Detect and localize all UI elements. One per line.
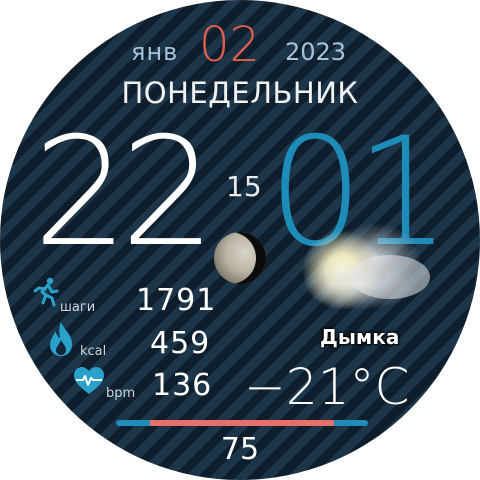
year-label: 2023 [285, 38, 347, 66]
flame-icon [50, 322, 72, 356]
progress-fill [150, 420, 334, 426]
temperature-display: −21°C [244, 358, 410, 416]
watch-face: янв 02 2023 ПОНЕДЕЛЬНИК 22 15 01 шаги 17… [0, 0, 480, 480]
seconds-display: 15 [226, 170, 262, 203]
running-person-icon [33, 277, 59, 307]
heart-rate-icon [74, 367, 104, 394]
steps-label: шаги [60, 300, 96, 315]
weather-condition: Дымка [320, 325, 400, 349]
date-row: янв 02 2023 [0, 16, 480, 73]
moon-phase-icon[interactable] [214, 232, 266, 284]
heart-rate-label: bpm [106, 386, 136, 401]
calories-label: kcal [80, 344, 107, 359]
steps-value: 1791 [136, 283, 217, 318]
calories-value: 459 [150, 326, 211, 361]
progress-value: 75 [220, 432, 260, 467]
weekday-label: ПОНЕДЕЛЬНИК [121, 76, 359, 110]
day-number: 02 [199, 17, 261, 73]
haze-sun-icon[interactable] [290, 222, 440, 322]
month-label: янв [131, 38, 179, 66]
heart-rate-value: 136 [152, 368, 213, 403]
hours-display: 22 [33, 106, 216, 280]
